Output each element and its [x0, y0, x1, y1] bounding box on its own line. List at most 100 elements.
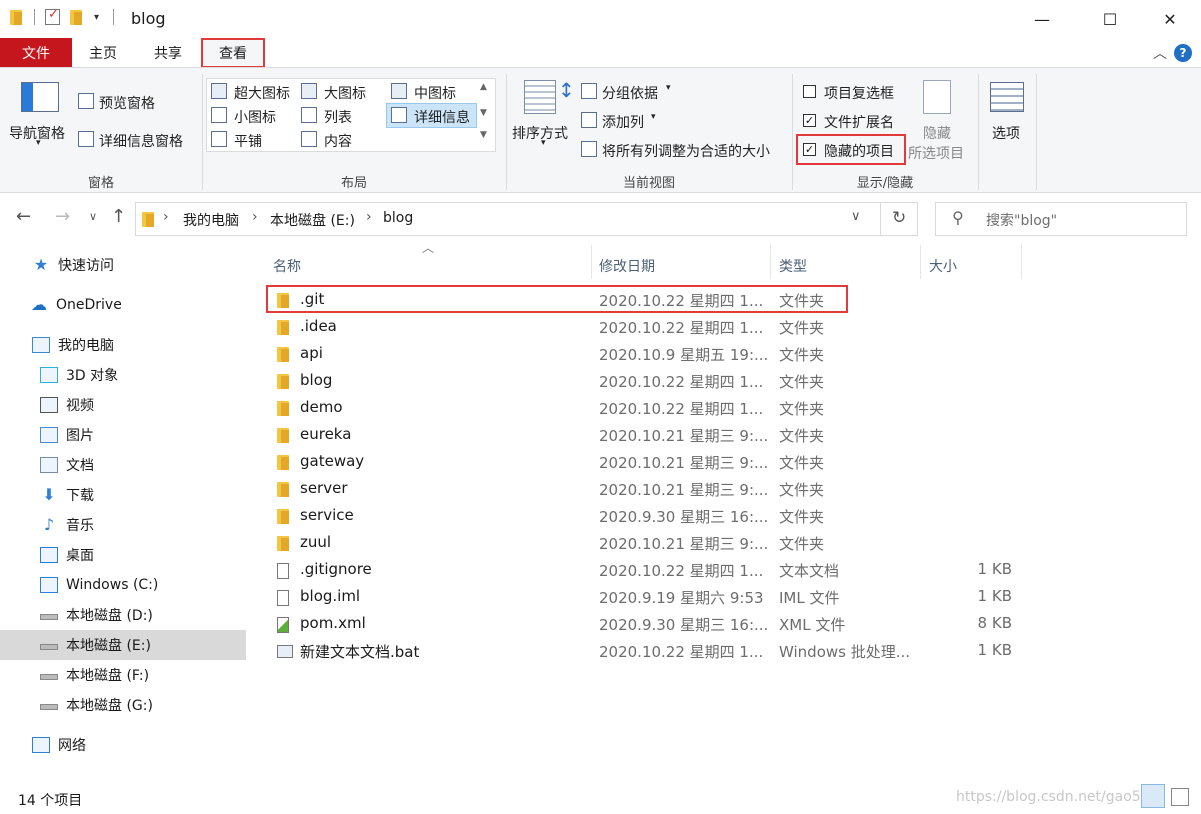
nav-pane-large-icon[interactable]	[21, 82, 59, 112]
nav-item[interactable]: 桌面	[0, 540, 246, 570]
tab-file[interactable]: 文件	[0, 38, 72, 67]
nav-item[interactable]: 本地磁盘 (G:)	[0, 690, 246, 720]
up-arrow-icon[interactable]: ↑	[111, 206, 126, 227]
minimize-button[interactable]: —	[1019, 0, 1065, 38]
qa-divider	[34, 9, 35, 25]
layout-large-icons[interactable]: 大图标	[324, 83, 366, 103]
column-divider[interactable]	[591, 245, 592, 279]
nav-item[interactable]: 本地磁盘 (D:)	[0, 600, 246, 630]
sort-by-dropdown-icon[interactable]: ▾	[541, 138, 546, 148]
gallery-scroll-up-icon[interactable]: ▲	[480, 82, 487, 92]
column-header-size[interactable]: 大小	[929, 251, 957, 281]
close-button[interactable]: ✕	[1147, 0, 1193, 38]
item-checkboxes-label[interactable]: 项目复选框	[824, 83, 894, 103]
column-header-name[interactable]: 名称	[273, 251, 301, 281]
file-row[interactable]: service 2020.9.30 星期三 16:... 文件夹	[268, 502, 1098, 529]
file-extensions-label[interactable]: 文件扩展名	[824, 112, 894, 132]
collapse-ribbon-icon[interactable]: ︿	[1150, 38, 1170, 67]
layout-small-icons[interactable]: 小图标	[234, 107, 276, 127]
breadcrumb-separator[interactable]: ›	[366, 209, 372, 225]
file-row[interactable]: .idea 2020.10.22 星期四 1... 文件夹	[268, 313, 1098, 340]
size-all-columns-button[interactable]: 将所有列调整为合适的大小	[602, 141, 770, 161]
nav-item[interactable]: ♪ 音乐	[0, 510, 246, 540]
file-row[interactable]: blog 2020.10.22 星期四 1... 文件夹	[268, 367, 1098, 394]
layout-content[interactable]: 内容	[324, 131, 352, 151]
nav-item[interactable]: 视频	[0, 390, 246, 420]
file-row[interactable]: zuul 2020.10.21 星期三 9:... 文件夹	[268, 529, 1098, 556]
breadcrumb-my-computer[interactable]: 我的电脑	[183, 210, 239, 230]
column-header-type[interactable]: 类型	[779, 251, 807, 281]
nav-item[interactable]: Windows (C:)	[0, 570, 246, 600]
column-divider[interactable]	[1021, 245, 1022, 279]
hide-selected-large-icon[interactable]	[923, 80, 951, 114]
tab-home[interactable]: 主页	[78, 38, 128, 67]
group-by-dropdown-icon[interactable]: ▾	[666, 83, 671, 93]
back-arrow-icon[interactable]: ←	[16, 206, 31, 227]
file-extensions-checkbox[interactable]: ✓	[803, 114, 816, 127]
breadcrumb-drive-e[interactable]: 本地磁盘 (E:)	[270, 210, 355, 230]
nav-item[interactable]: 3D 对象	[0, 360, 246, 390]
refresh-icon[interactable]: ↻	[892, 208, 906, 228]
large-icons-icon	[301, 83, 317, 99]
nav-item[interactable]: 文档	[0, 450, 246, 480]
nav-item[interactable]: ⬇ 下载	[0, 480, 246, 510]
file-row[interactable]: blog.iml 2020.9.19 星期六 9:53 IML 文件 1 KB	[268, 583, 1098, 610]
layout-extra-large-icons[interactable]: 超大图标	[234, 83, 290, 103]
breadcrumb-separator[interactable]: ›	[163, 209, 169, 225]
file-row[interactable]: demo 2020.10.22 星期四 1... 文件夹	[268, 394, 1098, 421]
recent-locations-chevron-icon[interactable]: ∨	[89, 210, 97, 223]
add-columns-button[interactable]: 添加列	[602, 112, 644, 132]
layout-tiles[interactable]: 平铺	[234, 131, 262, 151]
file-name: .gitignore	[300, 560, 372, 578]
gallery-expand-icon[interactable]: ▼	[480, 130, 487, 140]
nav-item[interactable]: 我的电脑	[0, 330, 246, 360]
item-checkboxes-checkbox[interactable]	[803, 85, 816, 98]
gallery-scroll-down-icon[interactable]: ▼	[480, 108, 487, 118]
hide-selected-label-2[interactable]: 所选项目	[908, 143, 964, 163]
forward-arrow-icon[interactable]: →	[55, 206, 70, 227]
column-header-date[interactable]: 修改日期	[599, 251, 655, 281]
layout-medium-icons[interactable]: 中图标	[414, 83, 456, 103]
address-bar[interactable]: › 我的电脑 › 本地磁盘 (E:) › blog ∨ ↻	[135, 202, 918, 236]
file-row[interactable]: 新建文本文档.bat 2020.10.22 星期四 1... Windows 批处理…	[268, 637, 1098, 664]
nav-pane-dropdown-icon[interactable]: ▾	[36, 138, 41, 148]
nav-item[interactable]: 本地磁盘 (F:)	[0, 660, 246, 690]
address-history-chevron-icon[interactable]: ∨	[851, 209, 861, 224]
preview-pane-button[interactable]: 预览窗格	[99, 93, 155, 113]
breadcrumb-blog[interactable]: blog	[383, 210, 413, 226]
breadcrumb-separator[interactable]: ›	[252, 209, 258, 225]
new-folder-icon[interactable]	[70, 8, 84, 26]
file-row[interactable]: api 2020.10.9 星期五 19:... 文件夹	[268, 340, 1098, 367]
file-row[interactable]: gateway 2020.10.21 星期三 9:... 文件夹	[268, 448, 1098, 475]
group-by-button[interactable]: 分组依据	[602, 83, 658, 103]
column-divider[interactable]	[770, 245, 771, 279]
properties-check-icon[interactable]: ✓	[45, 7, 60, 25]
nav-item[interactable]: 图片	[0, 420, 246, 450]
nav-item[interactable]: 网络	[0, 730, 246, 760]
nav-item[interactable]: ★ 快速访问	[0, 250, 246, 280]
file-row[interactable]: pom.xml 2020.9.30 星期三 16:... XML 文件 8 KB	[268, 610, 1098, 637]
column-divider[interactable]	[920, 245, 921, 279]
search-input[interactable]: ⚲ 搜索"blog"	[935, 202, 1187, 236]
folder-icon	[277, 426, 291, 444]
nav-item[interactable]: 本地磁盘 (E:)	[0, 630, 246, 660]
sort-by-button[interactable]: 排序方式	[512, 123, 568, 143]
hide-selected-label-1[interactable]: 隐藏	[923, 123, 951, 143]
details-pane-button[interactable]: 详细信息窗格	[99, 131, 183, 151]
tab-share[interactable]: 共享	[143, 38, 193, 67]
options-large-icon[interactable]	[990, 82, 1024, 112]
file-row[interactable]: eureka 2020.10.21 星期三 9:... 文件夹	[268, 421, 1098, 448]
maximize-button[interactable]: ☐	[1087, 0, 1133, 38]
file-row[interactable]: server 2020.10.21 星期三 9:... 文件夹	[268, 475, 1098, 502]
layout-list[interactable]: 列表	[324, 107, 352, 127]
details-view-icon[interactable]	[1141, 784, 1165, 808]
file-row[interactable]: .gitignore 2020.10.22 星期四 1... 文本文档 1 KB	[268, 556, 1098, 583]
sort-by-large-icon[interactable]	[524, 80, 556, 114]
add-columns-dropdown-icon[interactable]: ▾	[651, 112, 656, 122]
options-button[interactable]: 选项	[992, 123, 1020, 143]
layout-details[interactable]: 详细信息	[414, 107, 470, 127]
help-icon[interactable]: ?	[1174, 44, 1192, 62]
large-icons-view-icon[interactable]	[1171, 788, 1189, 806]
qa-dropdown-icon[interactable]: ▾	[94, 12, 99, 23]
nav-item[interactable]: ☁ OneDrive	[0, 290, 246, 320]
